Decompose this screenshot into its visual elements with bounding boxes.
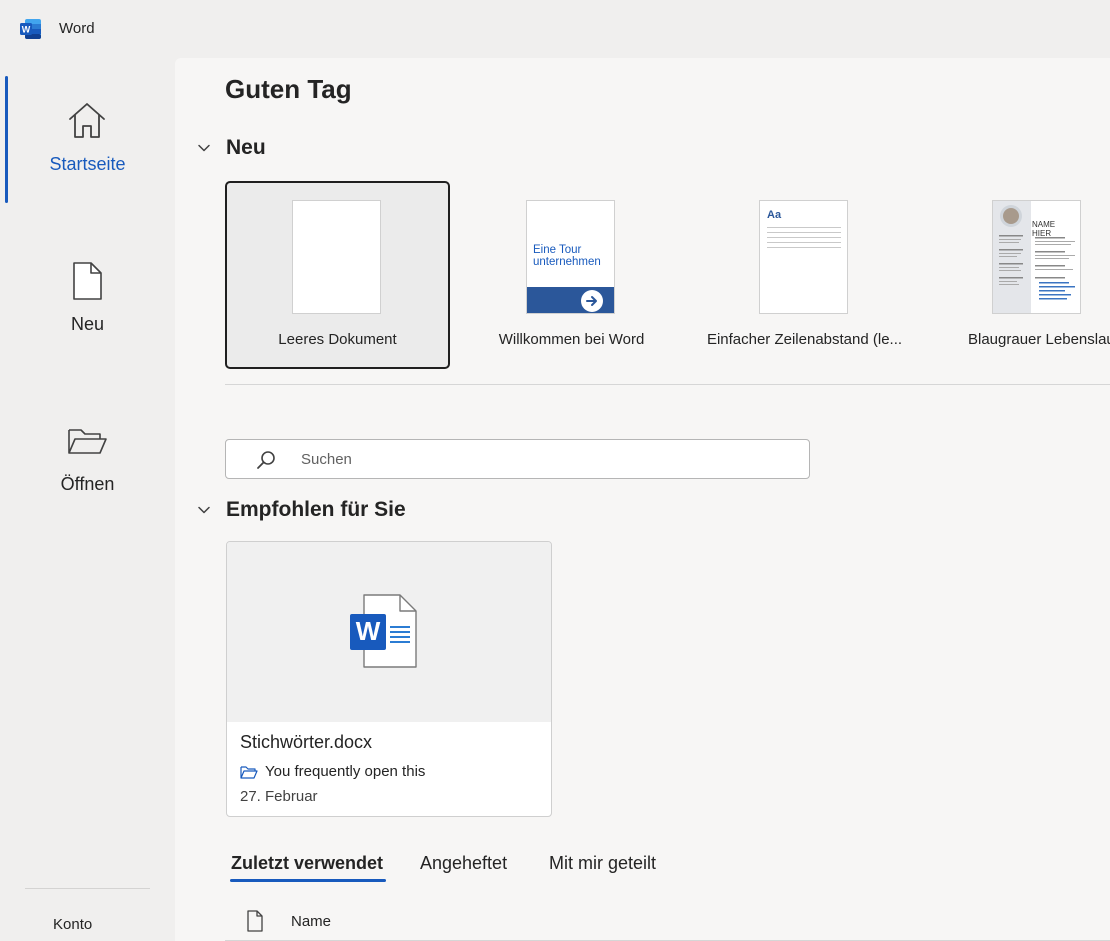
template-thumbnail: NAME HIER — [992, 200, 1081, 314]
recommendation-reason: You frequently open this — [240, 763, 425, 780]
search-input[interactable]: Suchen — [225, 439, 810, 479]
thumbnail-line — [767, 227, 841, 228]
chevron-down-icon — [198, 144, 210, 152]
title-bar: W Word — [0, 0, 1110, 58]
section-divider — [225, 384, 1110, 385]
folder-open-icon — [240, 765, 258, 779]
search-icon — [257, 451, 275, 469]
word-app-icon: W — [20, 19, 41, 39]
page-title: Guten Tag — [225, 74, 352, 104]
file-date: 27. Februar — [240, 788, 318, 805]
svg-text:W: W — [22, 25, 31, 35]
template-label: Blaugrauer Lebenslauf — [968, 331, 1110, 348]
folder-open-icon — [68, 429, 107, 454]
template-thumbnail: Eine Tour unternehmen — [526, 200, 615, 314]
sidebar-item-label: Neu — [70, 314, 105, 334]
thumbnail-line — [767, 242, 841, 243]
reason-text: You frequently open this — [265, 763, 426, 780]
sidebar-item-label: Startseite — [49, 154, 126, 174]
arrow-right-icon — [581, 290, 603, 312]
new-document-icon — [73, 262, 102, 300]
recommended-section-header[interactable]: Empfohlen für Sie — [197, 495, 406, 525]
new-section-header[interactable]: Neu — [197, 133, 266, 163]
tab-pinned[interactable]: Angeheftet — [420, 853, 507, 874]
sidebar-divider — [25, 888, 150, 889]
thumbnail-line — [767, 232, 841, 233]
app-title: Word — [59, 20, 95, 37]
thumbnail-line — [767, 237, 841, 238]
file-preview: W — [227, 542, 551, 722]
resume-thumbnail-graphic — [993, 201, 1075, 313]
template-label: Willkommen bei Word — [498, 331, 645, 348]
template-label: Einfacher Zeilenabstand (le... — [706, 331, 903, 348]
template-blank-document[interactable]: Leeres Dokument — [225, 181, 450, 369]
template-single-spacing[interactable]: Aa Einfacher Zeilenabstand (le... — [692, 181, 917, 369]
thumbnail-text: Aa — [767, 209, 782, 221]
thumbnail-text: Eine Tour unternehmen — [533, 244, 601, 268]
search-placeholder: Suchen — [301, 451, 352, 468]
section-title: Empfohlen für Sie — [226, 498, 406, 521]
file-type-icon — [247, 910, 263, 932]
file-name: Stichwörter.docx — [240, 732, 373, 752]
section-title: Neu — [226, 136, 266, 159]
svg-text:W: W — [356, 616, 381, 646]
thumbnail-line — [767, 247, 841, 248]
sidebar-item-oeffnen[interactable]: Öffnen — [0, 398, 175, 528]
template-label: Leeres Dokument — [278, 331, 397, 348]
template-thumbnail — [292, 200, 381, 314]
recommended-file-card[interactable]: W Stichwörter.docx You frequently open t… — [226, 541, 552, 817]
tab-shared-with-me[interactable]: Mit mir geteilt — [549, 853, 656, 874]
sidebar-item-neu[interactable]: Neu — [0, 238, 175, 368]
account-link[interactable]: Konto — [53, 916, 92, 933]
sidebar-item-label: Öffnen — [60, 474, 115, 494]
home-icon — [69, 103, 105, 138]
active-tab-indicator — [230, 879, 386, 882]
tab-recent[interactable]: Zuletzt verwendet — [231, 853, 383, 874]
template-blue-gray-resume[interactable]: NAME HIER Blaugrauer Lebenslauf — [925, 181, 1110, 369]
sidebar: Startseite Neu Öffnen Konto — [0, 58, 175, 941]
template-welcome-tour[interactable]: Eine Tour unternehmen Willkommen bei Wor… — [459, 181, 684, 369]
file-list-header: Name — [225, 903, 1110, 941]
word-document-icon: W — [350, 594, 417, 668]
template-thumbnail: Aa — [759, 200, 848, 314]
main-content: Guten Tag Neu Leeres Dokument Eine Tour … — [175, 58, 1110, 941]
column-header-name[interactable]: Name — [291, 913, 331, 930]
chevron-down-icon — [198, 506, 210, 514]
thumbnail-text: NAME HIER — [1032, 220, 1056, 238]
sidebar-item-startseite[interactable]: Startseite — [0, 78, 175, 208]
